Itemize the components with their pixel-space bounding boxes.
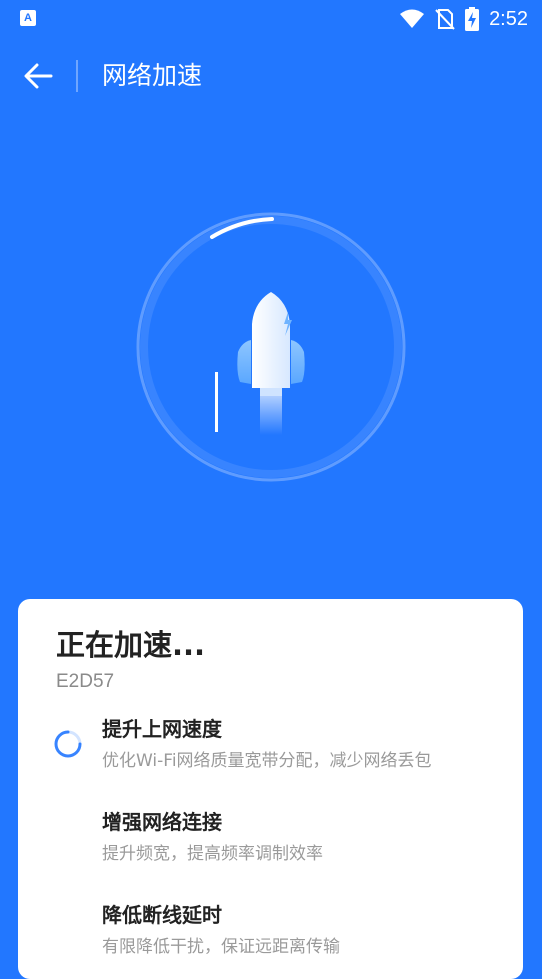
app-notification-icon: A [20, 10, 36, 26]
back-button[interactable] [16, 56, 60, 96]
network-code: E2D57 [56, 671, 115, 692]
rocket-icon [237, 292, 305, 435]
item-title: 提升上网速度 [102, 717, 222, 741]
item-title: 增强网络连接 [102, 810, 222, 834]
clock: 2:52 [489, 7, 528, 30]
loading-spinner-icon [54, 730, 82, 758]
no-sim-icon [435, 9, 455, 30]
list-item-boost-speed: 提升上网速度 优化Wi-Fi网络质量宽带分配，减少网络丢包 [18, 715, 523, 785]
item-description: 有限降低干扰，保证远距离传输 [102, 937, 340, 957]
accelerate-status: 正在加速... [56, 628, 206, 662]
list-item-reduce-latency: 降低断线延时 有限降低干扰，保证远距离传输 [18, 901, 523, 971]
page-title: 网络加速 [102, 61, 203, 90]
item-description: 优化Wi-Fi网络质量宽带分配，减少网络丢包 [102, 751, 432, 771]
speed-line-icon [215, 372, 218, 432]
item-description: 提升频宽，提高频率调制效率 [102, 844, 323, 864]
arrow-left-icon [24, 63, 53, 89]
battery-charging-icon [465, 7, 480, 31]
item-title: 降低断线延时 [102, 903, 222, 927]
app-header: 网络加速 [0, 50, 542, 102]
status-icons: 2:52 [399, 6, 528, 32]
accelerate-card: 正在加速... E2D57 提升上网速度 优化Wi-Fi网络质量宽带分配，减少网… [18, 599, 523, 979]
header-divider [76, 60, 78, 92]
rocket-animation [136, 212, 406, 482]
list-item-enhance-connection: 增强网络连接 提升频宽，提高频率调制效率 [18, 808, 523, 878]
wifi-icon [400, 9, 425, 28]
status-bar: A 2:52 [0, 0, 542, 38]
